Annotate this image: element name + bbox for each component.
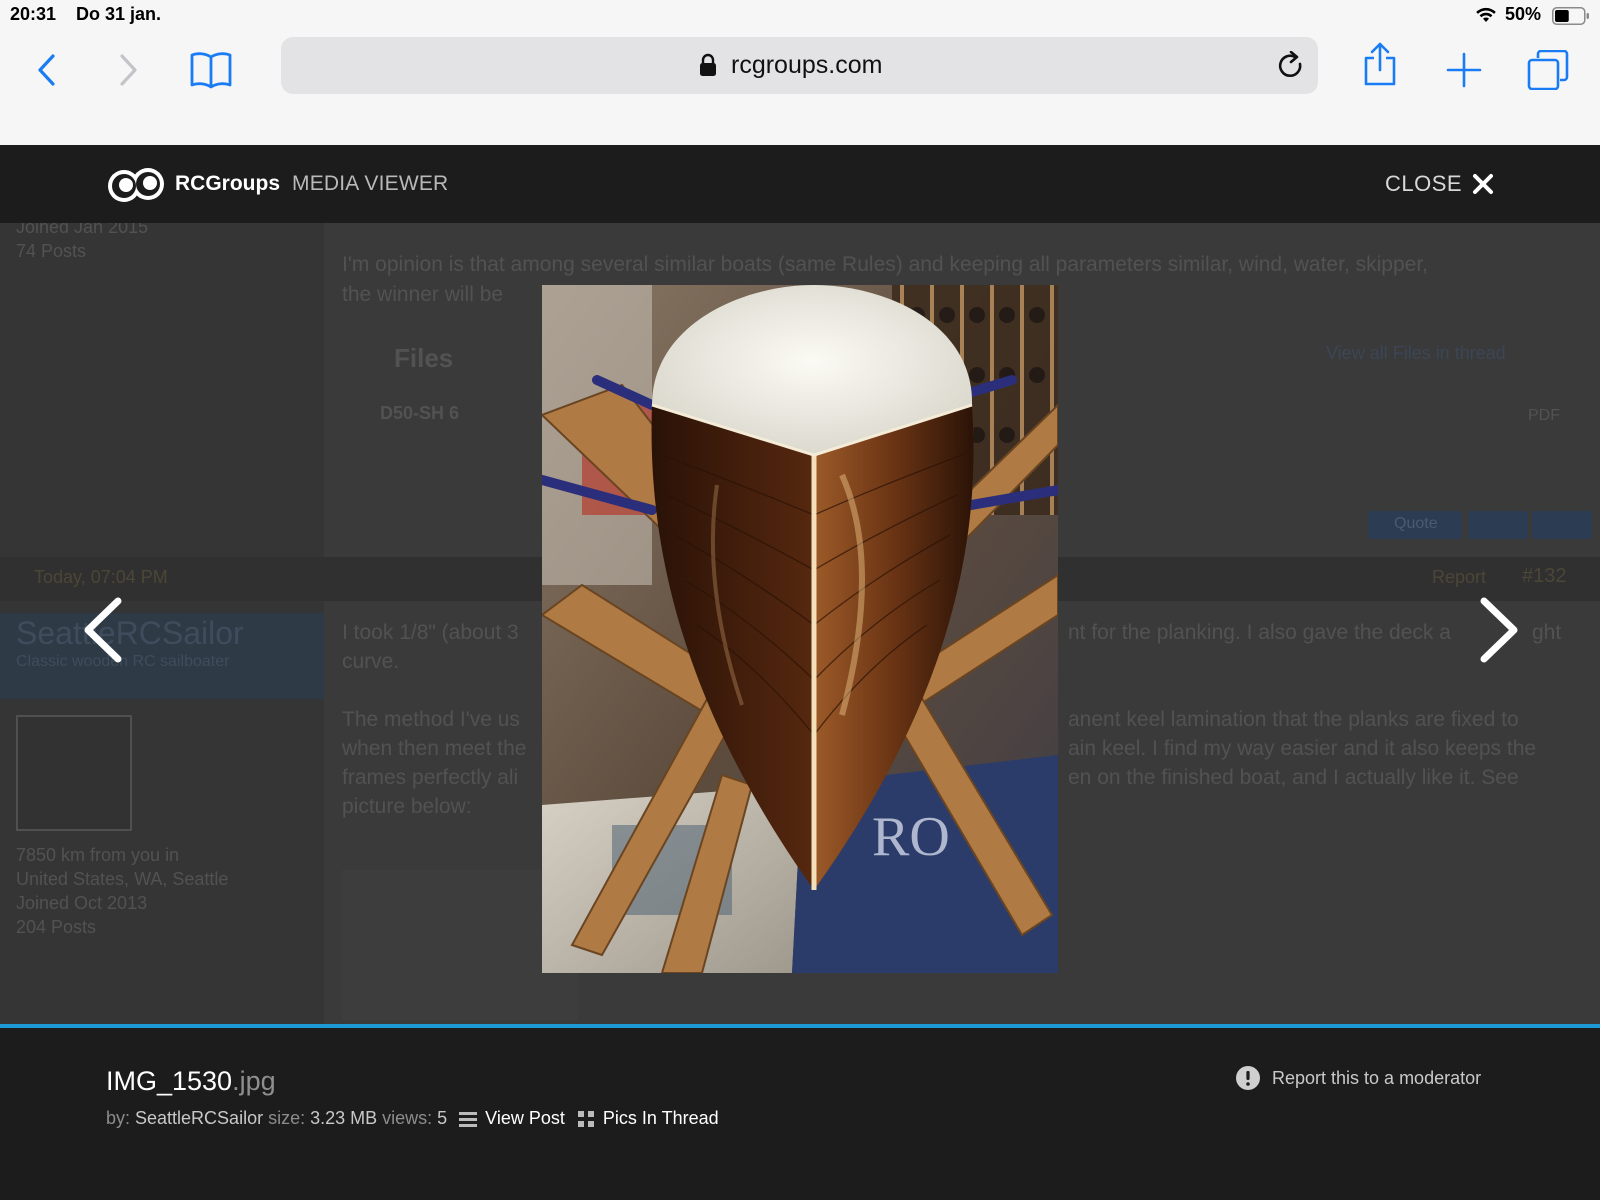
post2-line5b: en on the finished boat, and I actually … bbox=[1068, 766, 1519, 789]
viewer-image[interactable]: RO bbox=[542, 285, 1058, 973]
close-label: CLOSE bbox=[1385, 171, 1463, 196]
post2-line4b: ain keel. I find my way easier and it al… bbox=[1068, 737, 1537, 760]
user1-posts: 74 Posts bbox=[16, 241, 87, 261]
forward-icon bbox=[120, 54, 137, 86]
brand-subtitle: MEDIA VIEWER bbox=[292, 172, 449, 195]
quote-button[interactable]: Quote bbox=[1368, 511, 1462, 539]
post2-line3b: anent keel lamination that the planks ar… bbox=[1068, 708, 1519, 731]
wifi-icon bbox=[1476, 7, 1496, 22]
post-number[interactable]: #132 bbox=[1522, 565, 1567, 588]
post2-line3a: The method I've us bbox=[342, 708, 520, 731]
post2-line1c: ght bbox=[1532, 621, 1562, 644]
file-meta: by: SeattleRCSailor size: 3.23 MB views:… bbox=[106, 1108, 719, 1129]
post2-line5a: frames perfectly ali bbox=[342, 766, 519, 789]
file-name-base: IMG_1530 bbox=[106, 1066, 233, 1096]
file-size: 3.23 MB bbox=[310, 1108, 378, 1128]
url-text: rcgroups.com bbox=[731, 51, 883, 79]
new-tab-icon bbox=[1446, 52, 1482, 88]
tabs-button[interactable] bbox=[1526, 48, 1570, 92]
username[interactable]: SeattleRCSailor bbox=[16, 615, 244, 652]
list-icon bbox=[459, 1111, 478, 1127]
files-heading: Files bbox=[394, 343, 454, 373]
share-button[interactable] bbox=[1358, 42, 1402, 86]
multi-quote-button[interactable] bbox=[1468, 511, 1528, 539]
bookmarks-button[interactable] bbox=[189, 48, 233, 92]
grid-icon bbox=[577, 1110, 594, 1127]
brand-name: RCGroups bbox=[175, 172, 280, 195]
chevron-left-icon[interactable] bbox=[78, 595, 128, 665]
file-name: IMG_1530.jpg bbox=[106, 1066, 276, 1097]
file-type: PDF bbox=[1528, 407, 1560, 424]
reply-button[interactable] bbox=[1532, 511, 1592, 539]
quote-label: Quote bbox=[1394, 515, 1438, 532]
user2-joined: Joined Oct 2013 bbox=[16, 893, 148, 913]
size-label: size: bbox=[268, 1108, 306, 1128]
file-extension: .jpg bbox=[232, 1066, 276, 1096]
by-label: by: bbox=[106, 1108, 131, 1128]
safari-toolbar: rcgroups.com bbox=[0, 30, 1600, 145]
forward-button[interactable] bbox=[106, 48, 150, 92]
files-link[interactable]: View all Files in thread bbox=[1326, 343, 1506, 364]
author-name[interactable]: SeattleRCSailor bbox=[135, 1108, 263, 1129]
post2-line6: picture below: bbox=[342, 795, 472, 818]
view-post-link[interactable]: View Post bbox=[459, 1108, 565, 1129]
status-time: 20:31 bbox=[10, 4, 57, 24]
address-bar[interactable]: rcgroups.com bbox=[281, 37, 1318, 94]
reload-icon[interactable] bbox=[1276, 51, 1306, 81]
status-date: Do 31 jan. bbox=[76, 4, 162, 24]
close-icon bbox=[1473, 174, 1494, 194]
bookmarks-icon bbox=[190, 52, 232, 89]
post2-line4a: when then meet the bbox=[342, 737, 527, 760]
back-button[interactable] bbox=[25, 48, 69, 92]
user-location: United States, WA, Seattle bbox=[16, 869, 229, 889]
pics-in-thread-label: Pics In Thread bbox=[602, 1108, 719, 1128]
battery-percent: 50% bbox=[1505, 4, 1542, 24]
user2-posts: 204 Posts bbox=[16, 917, 97, 937]
rcgroups-logo-icon bbox=[108, 168, 164, 202]
post2-line1b: nt for the planking. I also gave the dec… bbox=[1068, 621, 1451, 644]
svg-text:RO: RO bbox=[872, 806, 950, 868]
file-item[interactable]: D50-SH 6 bbox=[380, 403, 459, 424]
post2-line2: curve. bbox=[342, 650, 400, 673]
post1-text-2: the winner will be bbox=[342, 283, 504, 306]
lock-icon bbox=[700, 53, 716, 76]
battery-icon bbox=[1552, 7, 1589, 25]
share-icon bbox=[1364, 42, 1396, 86]
back-icon bbox=[38, 54, 55, 86]
tabs-icon bbox=[1527, 50, 1569, 90]
views-label: views: bbox=[382, 1108, 433, 1128]
post2-line1a: I took 1/8" (about 3 bbox=[342, 621, 519, 644]
avatar[interactable] bbox=[16, 715, 132, 831]
views-count: 5 bbox=[437, 1108, 448, 1128]
report-post-link[interactable]: Report bbox=[1432, 567, 1486, 588]
post2-date: Today, 07:04 PM bbox=[34, 567, 168, 587]
media-viewer-header: RCGroups MEDIA VIEWER CLOSE bbox=[0, 145, 1600, 223]
view-post-label: View Post bbox=[485, 1108, 565, 1128]
post1-text: I'm opinion is that among several simila… bbox=[342, 253, 1428, 276]
image-info-bar: IMG_1530.jpg by: SeattleRCSailor size: 3… bbox=[0, 1024, 1600, 1200]
report-moderator-link[interactable]: Report this to a moderator bbox=[1236, 1066, 1481, 1090]
pics-in-thread-link[interactable]: Pics In Thread bbox=[577, 1108, 719, 1129]
user-distance: 7850 km from you in bbox=[16, 845, 180, 865]
close-button[interactable]: CLOSE bbox=[1385, 165, 1494, 203]
status-bar: 20:31 Do 31 jan. 50% bbox=[0, 0, 1600, 30]
chevron-right-icon[interactable] bbox=[1474, 595, 1524, 665]
report-label: Report this to a moderator bbox=[1272, 1067, 1482, 1088]
alert-icon bbox=[1236, 1066, 1260, 1090]
new-tab-button[interactable] bbox=[1442, 48, 1486, 92]
